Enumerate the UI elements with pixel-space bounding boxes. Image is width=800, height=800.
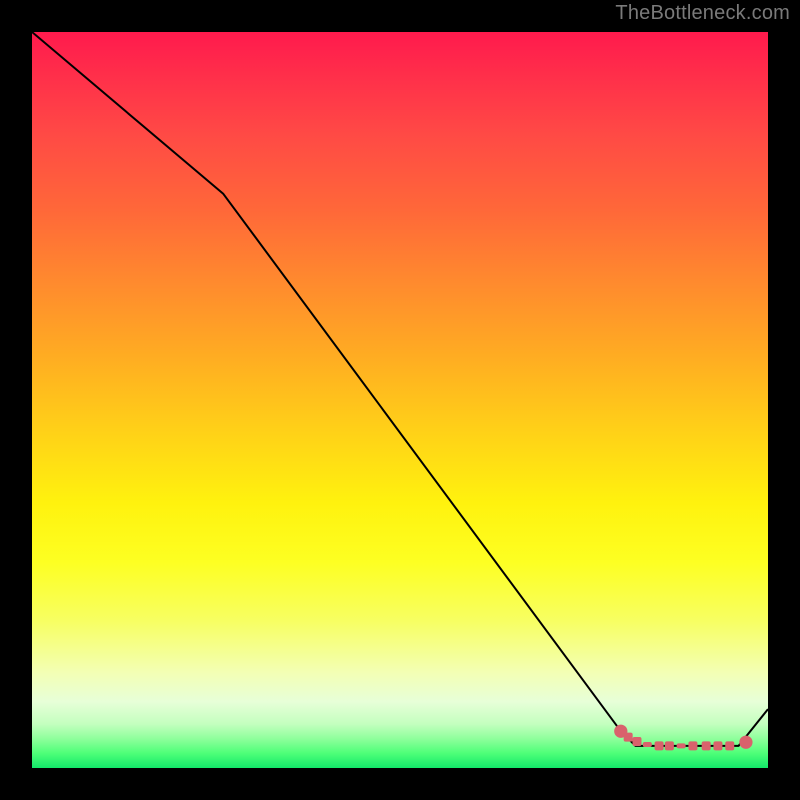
watermark-text: TheBottleneck.com — [615, 2, 790, 25]
chart-frame: TheBottleneck.com — [0, 0, 800, 800]
plot-area — [32, 32, 768, 768]
chart-overlay — [32, 32, 768, 768]
curve-line — [32, 32, 768, 746]
